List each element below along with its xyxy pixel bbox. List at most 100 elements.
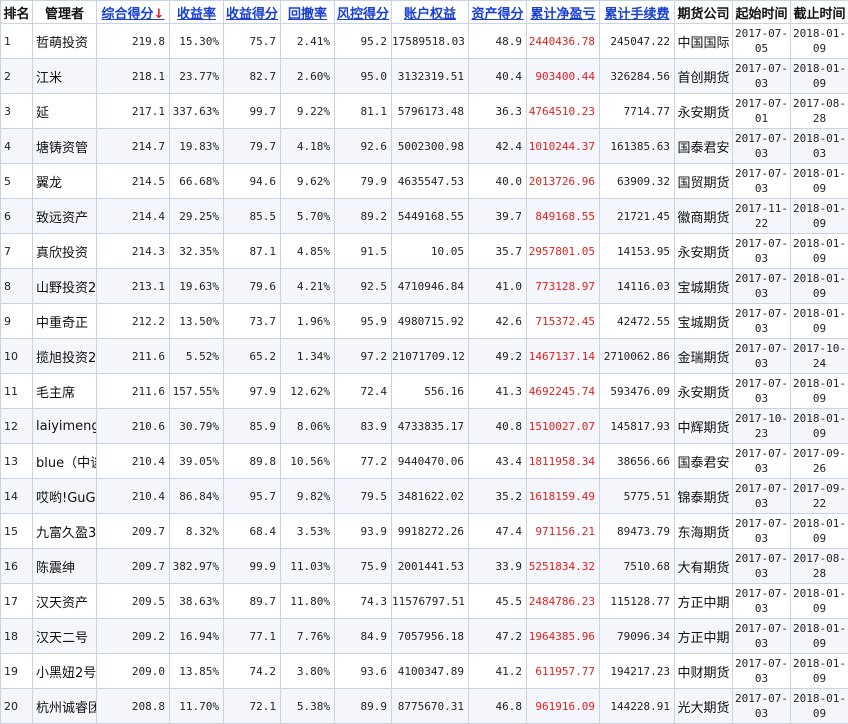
cell-risk-score: 72.4: [335, 374, 392, 409]
cell-fees: 326284.56: [600, 59, 675, 94]
cell-manager[interactable]: 汉天资产: [33, 584, 97, 619]
cell-net-pnl: 971156.21: [527, 514, 600, 549]
cell-drawdown: 9.82%: [281, 479, 335, 514]
cell-manager[interactable]: 小黑妞2号: [33, 654, 97, 689]
cell-risk-score: 92.6: [335, 129, 392, 164]
cell-return-score: 94.6: [224, 164, 281, 199]
cell-return-rate: 15.30%: [170, 24, 224, 59]
cell-manager[interactable]: 中重奇正: [33, 304, 97, 339]
cell-start-time: 2017-07-03: [733, 269, 791, 304]
cell-rank: 13: [1, 444, 33, 479]
header-equity[interactable]: 账户权益: [392, 1, 469, 24]
cell-manager[interactable]: 揽旭投资2: [33, 339, 97, 374]
cell-fees: 79096.34: [600, 619, 675, 654]
cell-equity: 21071709.12: [392, 339, 469, 374]
header-manager: 管理者: [33, 1, 97, 24]
cell-equity: 11576797.51: [392, 584, 469, 619]
cell-net-pnl: 1467137.14: [527, 339, 600, 374]
header-label: 累计净盈亏: [530, 7, 595, 22]
table-row: 10揽旭投资2211.65.52%65.21.34%97.221071709.1…: [1, 339, 848, 374]
cell-drawdown: 7.76%: [281, 619, 335, 654]
cell-manager[interactable]: 九富久盈3: [33, 514, 97, 549]
cell-manager[interactable]: 毛主席: [33, 374, 97, 409]
cell-end-time: 2017-10-24: [791, 339, 848, 374]
header-risk-score[interactable]: 风控得分: [335, 1, 392, 24]
cell-asset-score: 40.8: [469, 409, 527, 444]
cell-net-pnl: 611957.77: [527, 654, 600, 689]
cell-risk-score: 97.2: [335, 339, 392, 374]
cell-company: 永安期货: [675, 234, 733, 269]
cell-equity: 17589518.03: [392, 24, 469, 59]
header-return-score[interactable]: 收益得分: [224, 1, 281, 24]
cell-manager[interactable]: 山野投资2: [33, 269, 97, 304]
header-drawdown[interactable]: 回撤率: [281, 1, 335, 24]
cell-total-score: 214.3: [97, 234, 170, 269]
cell-risk-score: 93.6: [335, 654, 392, 689]
cell-manager[interactable]: 杭州诚睿团: [33, 689, 97, 724]
cell-manager[interactable]: 真欣投资: [33, 234, 97, 269]
cell-drawdown: 1.34%: [281, 339, 335, 374]
cell-end-time: 2018-01-09: [791, 654, 848, 689]
cell-drawdown: 1.96%: [281, 304, 335, 339]
cell-drawdown: 4.21%: [281, 269, 335, 304]
cell-risk-score: 95.9: [335, 304, 392, 339]
cell-drawdown: 10.56%: [281, 444, 335, 479]
cell-drawdown: 5.70%: [281, 199, 335, 234]
sort-down-arrow-icon[interactable]: ↓: [154, 7, 165, 22]
cell-rank: 9: [1, 304, 33, 339]
cell-equity: 5449168.55: [392, 199, 469, 234]
cell-manager[interactable]: 汉天二号: [33, 619, 97, 654]
cell-company: 锦泰期货: [675, 479, 733, 514]
cell-return-rate: 39.05%: [170, 444, 224, 479]
header-asset-score[interactable]: 资产得分: [469, 1, 527, 24]
cell-total-score: 209.7: [97, 549, 170, 584]
cell-risk-score: 81.1: [335, 94, 392, 129]
cell-net-pnl: 903400.44: [527, 59, 600, 94]
table-row: 15九富久盈3209.78.32%68.43.53%93.99918272.26…: [1, 514, 848, 549]
cell-equity: 9440470.06: [392, 444, 469, 479]
cell-net-pnl: 5251834.32: [527, 549, 600, 584]
cell-total-score: 214.7: [97, 129, 170, 164]
cell-company: 永安期货: [675, 374, 733, 409]
cell-manager[interactable]: laiyimeng: [33, 409, 97, 444]
cell-fees: 161385.63: [600, 129, 675, 164]
cell-return-rate: 29.25%: [170, 199, 224, 234]
cell-return-rate: 382.97%: [170, 549, 224, 584]
cell-manager[interactable]: 哲萌投资: [33, 24, 97, 59]
cell-start-time: 2017-07-05: [733, 24, 791, 59]
header-fees[interactable]: 累计手续费: [600, 1, 675, 24]
cell-risk-score: 93.9: [335, 514, 392, 549]
cell-start-time: 2017-07-03: [733, 129, 791, 164]
cell-manager[interactable]: 翼龙: [33, 164, 97, 199]
cell-total-score: 211.6: [97, 339, 170, 374]
cell-start-time: 2017-07-03: [733, 619, 791, 654]
cell-asset-score: 35.7: [469, 234, 527, 269]
cell-company: 永安期货: [675, 94, 733, 129]
cell-manager[interactable]: 延: [33, 94, 97, 129]
cell-asset-score: 41.3: [469, 374, 527, 409]
cell-drawdown: 5.38%: [281, 689, 335, 724]
cell-risk-score: 79.9: [335, 164, 392, 199]
table-header: 排名管理者综合得分↓收益率收益得分回撤率风控得分账户权益资产得分累计净盈亏累计手…: [1, 1, 848, 24]
cell-return-score: 97.9: [224, 374, 281, 409]
cell-manager[interactable]: 陈震绅: [33, 549, 97, 584]
cell-manager[interactable]: 塘铸资管: [33, 129, 97, 164]
cell-asset-score: 47.4: [469, 514, 527, 549]
cell-return-score: 72.1: [224, 689, 281, 724]
header-total-score[interactable]: 综合得分↓: [97, 1, 170, 24]
cell-manager[interactable]: 江米: [33, 59, 97, 94]
header-return-rate[interactable]: 收益率: [170, 1, 224, 24]
cell-end-time: 2018-01-09: [791, 584, 848, 619]
cell-rank: 15: [1, 514, 33, 549]
cell-risk-score: 77.2: [335, 444, 392, 479]
cell-manager[interactable]: 致远资产: [33, 199, 97, 234]
header-label: 账户权益: [404, 7, 456, 22]
cell-return-rate: 30.79%: [170, 409, 224, 444]
cell-end-time: 2018-01-09: [791, 269, 848, 304]
cell-total-score: 209.2: [97, 619, 170, 654]
header-net-pnl[interactable]: 累计净盈亏: [527, 1, 600, 24]
cell-manager[interactable]: 哎哟!GuGu: [33, 479, 97, 514]
cell-manager[interactable]: blue（中谈: [33, 444, 97, 479]
cell-fees: 42472.55: [600, 304, 675, 339]
cell-start-time: 2017-07-03: [733, 59, 791, 94]
